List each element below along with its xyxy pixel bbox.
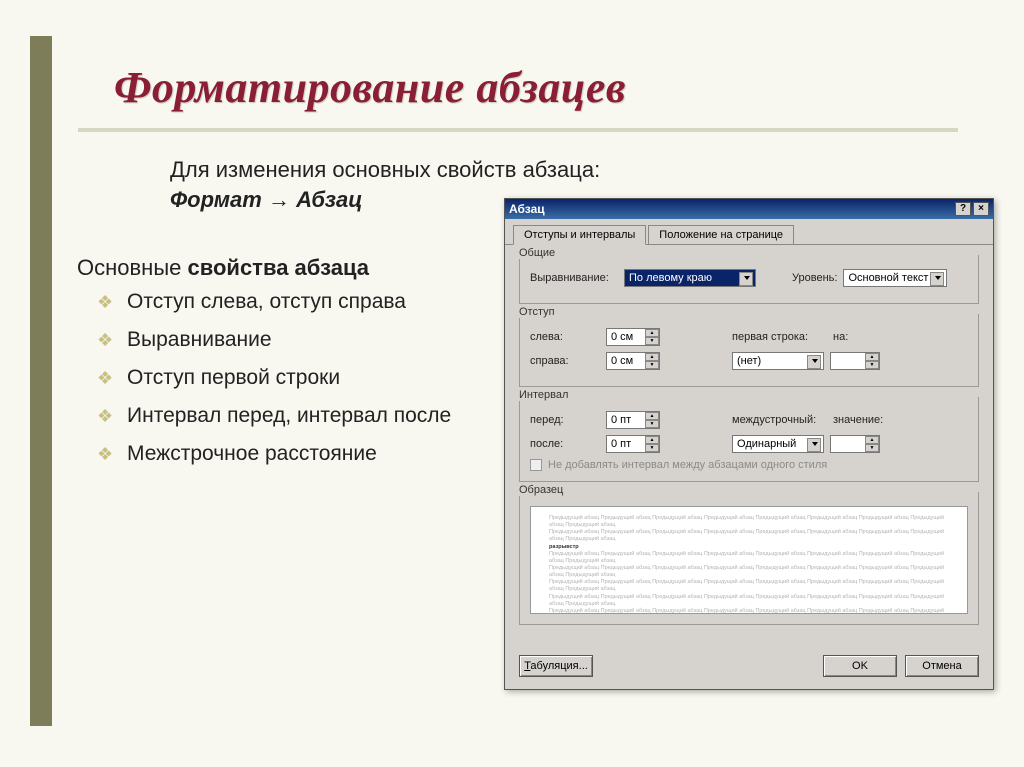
indent-left-input[interactable]: 0 см▲▼ [606, 328, 660, 346]
label-level: Уровень: [792, 272, 837, 284]
group-general: Выравнивание: По левому краю Уровень: Ос… [519, 255, 979, 304]
list-item: Отступ первой строки [97, 366, 451, 390]
alignment-dropdown[interactable]: По левому краю [624, 269, 756, 287]
label-alignment: Выравнивание: [530, 272, 618, 284]
tabs-button[interactable]: Табуляция... [519, 655, 593, 677]
tab-page-position[interactable]: Положение на странице [648, 225, 794, 244]
label-left: слева: [530, 331, 600, 343]
group-indent: слева: 0 см▲▼ первая строка: на: справа:… [519, 314, 979, 387]
path-paragraph: Абзац [296, 187, 362, 212]
preview-box: Предыдущий абзац Предыдущий абзац Предыд… [530, 506, 968, 614]
dialog-tabs: Отступы и интервалы Положение на страниц… [505, 219, 993, 245]
label-after: после: [530, 438, 600, 450]
props-list: Отступ слева, отступ справа Выравнивание… [97, 290, 451, 480]
accent-bar [30, 36, 52, 726]
line-spacing-value-input[interactable]: ▲▼ [830, 435, 880, 453]
group-preview: Предыдущий абзац Предыдущий абзац Предыд… [519, 492, 979, 625]
spacing-before-input[interactable]: 0 пт▲▼ [606, 411, 660, 429]
dialog-title: Абзац [509, 202, 545, 216]
label-before: перед: [530, 414, 600, 426]
slide-title: Форматирование абзацев [114, 62, 626, 113]
dialog-titlebar[interactable]: Абзац ? × [505, 199, 993, 219]
label-first-line: первая строка: [732, 331, 827, 343]
cancel-button[interactable]: Отмена [905, 655, 979, 677]
dialog-button-row: Табуляция... OK Отмена [505, 647, 993, 689]
first-line-dropdown[interactable]: (нет) [732, 352, 824, 370]
list-item: Интервал перед, интервал после [97, 404, 451, 428]
props-heading: Основные свойства абзаца [77, 255, 369, 281]
close-button[interactable]: × [973, 202, 989, 216]
label-by: на: [833, 331, 848, 343]
title-underline [78, 128, 958, 132]
level-dropdown[interactable]: Основной текст [843, 269, 947, 287]
group-spacing: перед: 0 пт▲▼ междустрочный: значение: п… [519, 397, 979, 482]
checkbox-label: Не добавлять интервал между абзацами одн… [548, 459, 827, 471]
label-line-spacing: междустрочный: [732, 414, 827, 426]
indent-right-input[interactable]: 0 см▲▼ [606, 352, 660, 370]
list-item: Выравнивание [97, 328, 451, 352]
line-spacing-dropdown[interactable]: Одинарный [732, 435, 824, 453]
first-line-by-input[interactable]: ▲▼ [830, 352, 880, 370]
label-right: справа: [530, 355, 600, 367]
spacing-after-input[interactable]: 0 пт▲▼ [606, 435, 660, 453]
list-item: Отступ слева, отступ справа [97, 290, 451, 314]
path-format: Формат [170, 187, 262, 212]
list-item: Межстрочное расстояние [97, 442, 451, 466]
label-value: значение: [833, 414, 883, 426]
help-button[interactable]: ? [955, 202, 971, 216]
paragraph-dialog: Абзац ? × Отступы и интервалы Положение … [504, 198, 994, 690]
no-space-same-style-checkbox[interactable] [530, 459, 542, 471]
tab-indents[interactable]: Отступы и интервалы [513, 225, 646, 245]
ok-button[interactable]: OK [823, 655, 897, 677]
subtitle-line1: Для изменения основных свойств абзаца: [170, 157, 600, 182]
